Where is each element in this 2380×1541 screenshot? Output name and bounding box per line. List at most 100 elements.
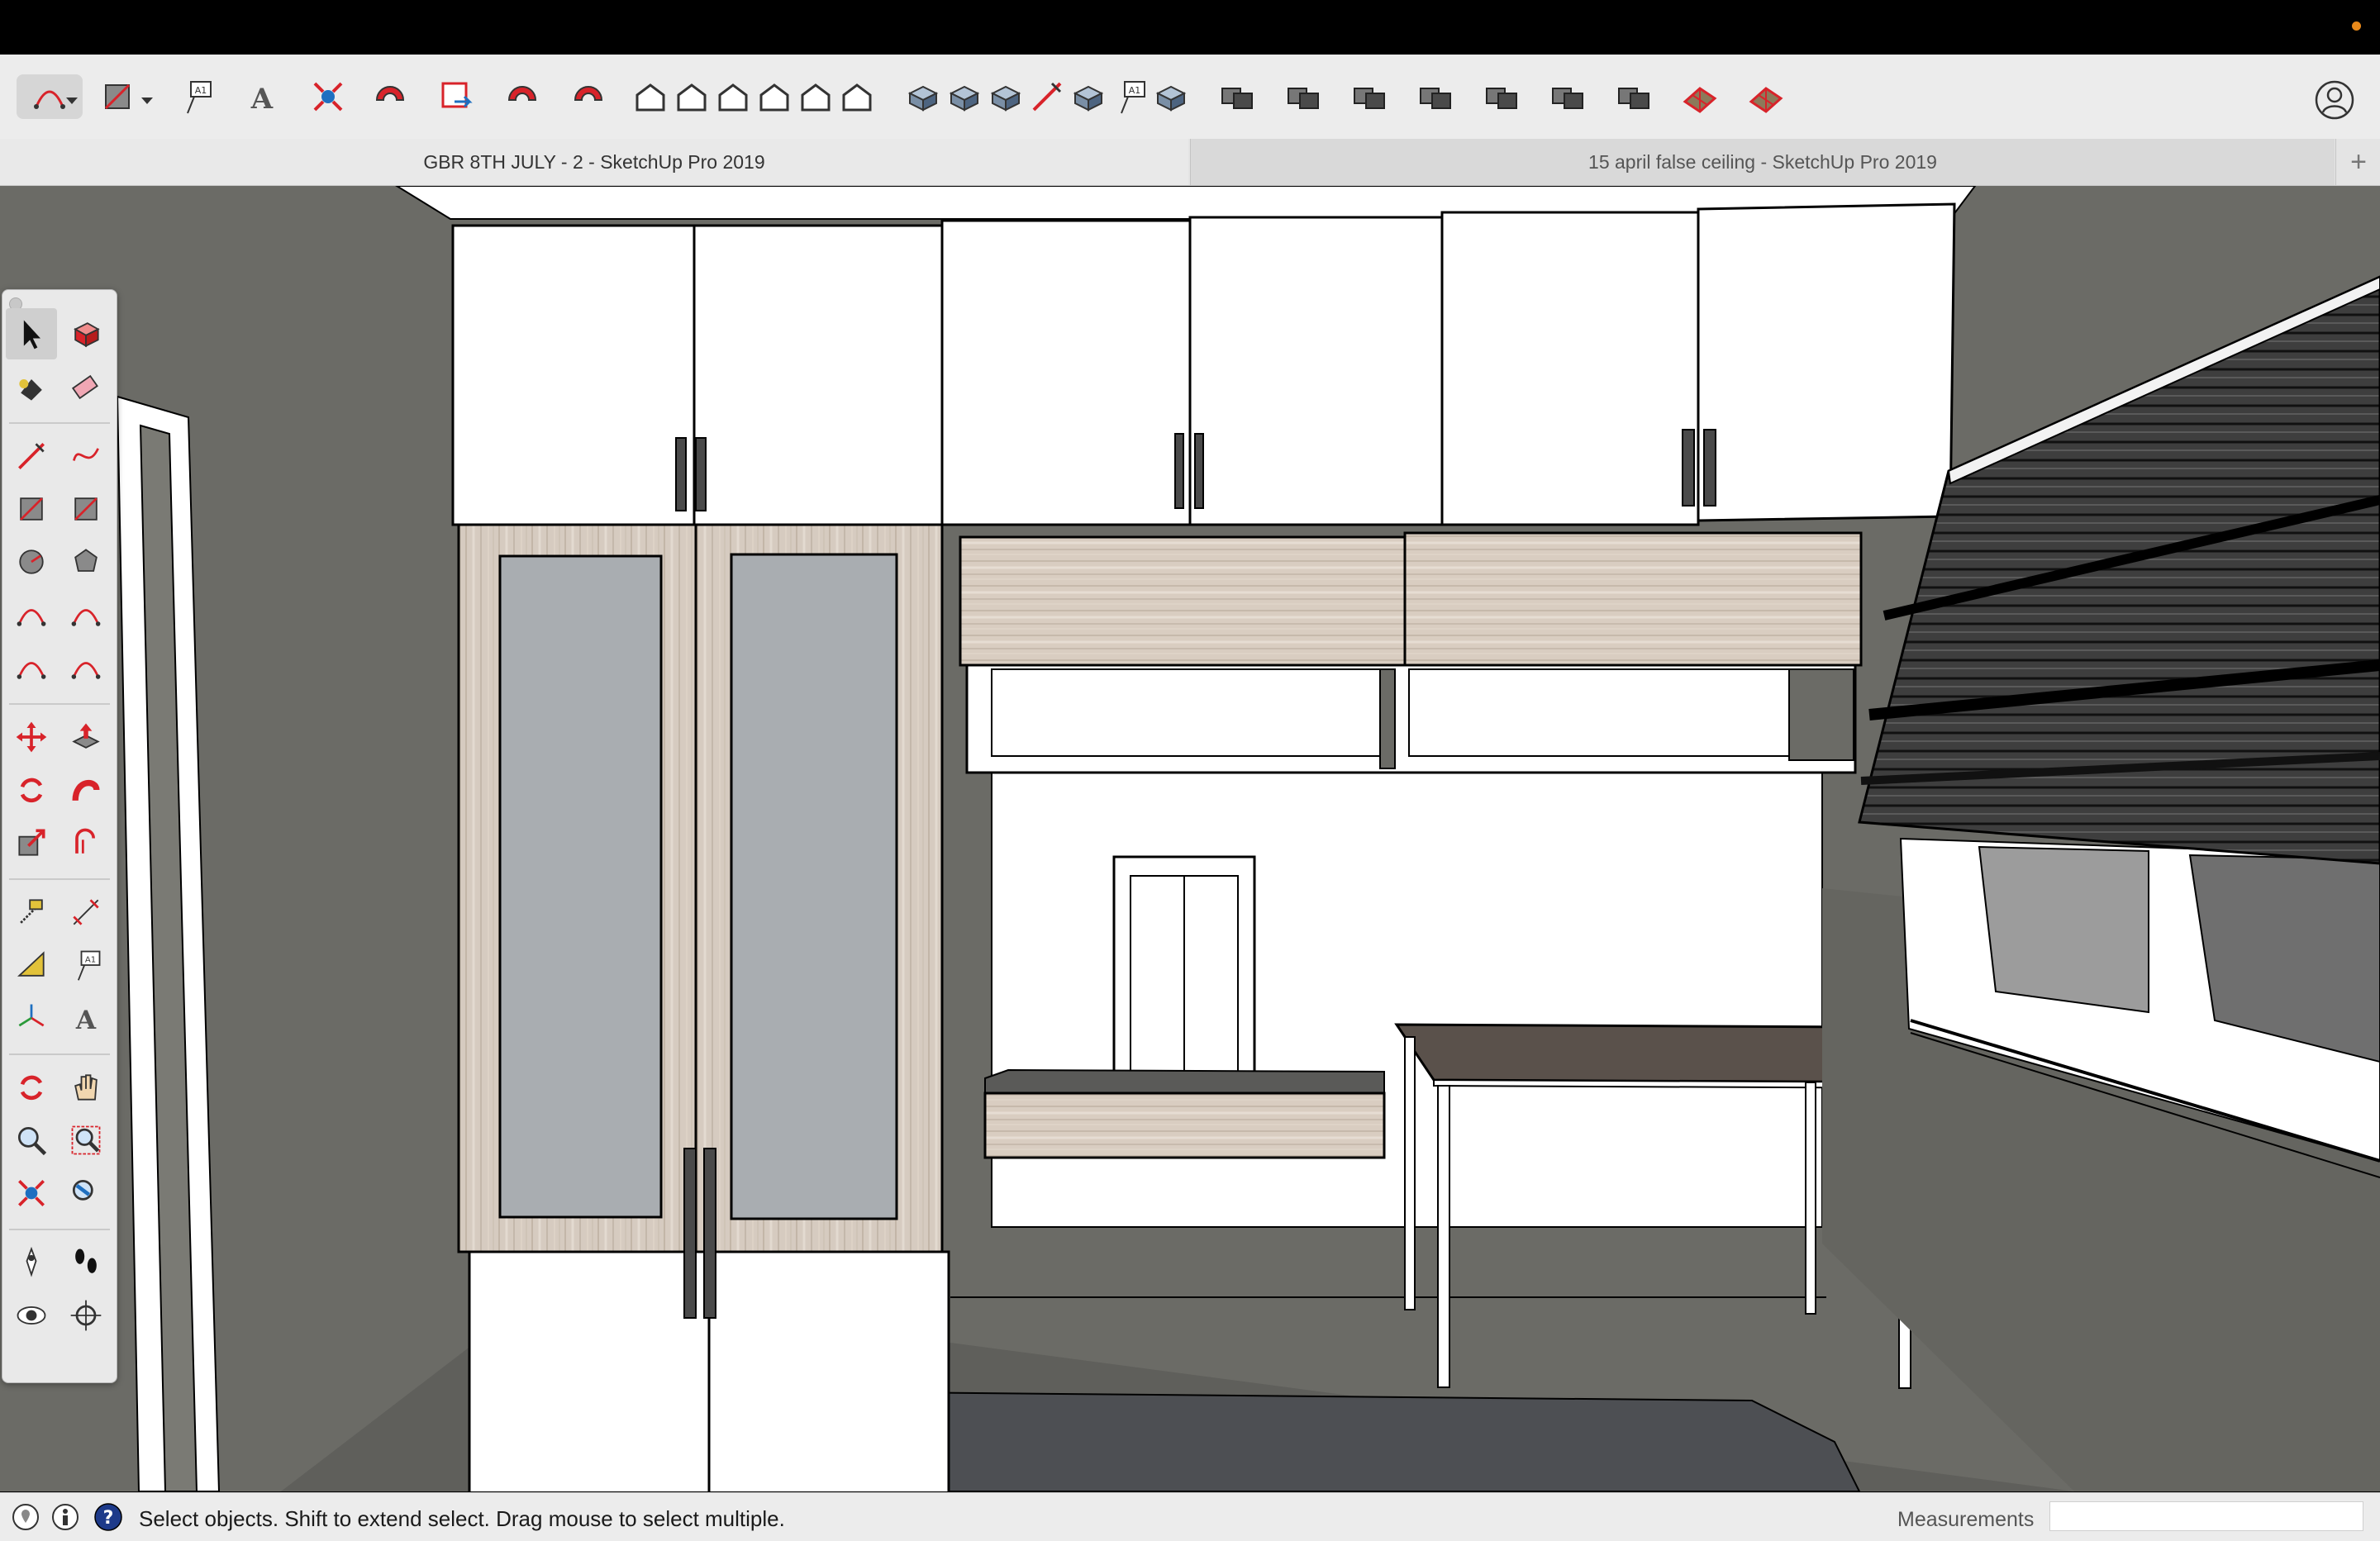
two-point-arc-button[interactable] <box>60 589 112 640</box>
follow-me-button[interactable] <box>60 764 112 816</box>
shaded-style-button[interactable] <box>1066 74 1111 119</box>
trim-button[interactable] <box>1479 74 1524 119</box>
rotate-tool-icon <box>20 778 43 803</box>
svg-text:?: ? <box>103 1508 114 1529</box>
send-to-layout-button[interactable] <box>434 74 478 119</box>
pie-tool-button[interactable] <box>60 642 112 693</box>
sandbox-from-contours-button[interactable] <box>1678 74 1722 119</box>
walk-tool-button[interactable] <box>60 1237 112 1288</box>
sandbox-from-scratch-button[interactable] <box>1744 74 1788 119</box>
wireframe-style-icon <box>990 85 1021 112</box>
circle-tool-button[interactable] <box>6 536 57 587</box>
offset-tool-button[interactable] <box>60 817 112 868</box>
right-view-button[interactable] <box>752 74 797 119</box>
eraser-button[interactable] <box>60 363 112 414</box>
previous-view-icon <box>72 1179 93 1201</box>
3d-scene[interactable] <box>0 186 2380 1491</box>
freehand-tool-button[interactable] <box>60 430 112 482</box>
solid-tools-button[interactable] <box>1611 74 1656 119</box>
outer-shell-button[interactable] <box>1215 74 1259 119</box>
left-view-button[interactable] <box>835 74 879 119</box>
extension-warehouse-icon <box>375 86 405 101</box>
credits-icon[interactable] <box>51 1503 79 1531</box>
zoom-extents-button[interactable] <box>306 74 350 119</box>
measurements-input[interactable] <box>2049 1501 2363 1531</box>
position-camera-button[interactable] <box>6 1237 57 1288</box>
main-toolbar: A1 A A1 <box>0 55 2380 140</box>
wireframe-style-button[interactable] <box>983 74 1028 119</box>
shaded-textures-style-button[interactable]: A1 <box>1107 74 1152 119</box>
intersect-button[interactable] <box>1413 74 1458 119</box>
tab-15-april-false-ceiling[interactable]: 15 april false ceiling - SketchUp Pro 20… <box>1190 139 2335 185</box>
add-tab-button[interactable]: + <box>2335 139 2380 185</box>
three-point-arc-button[interactable] <box>6 642 57 693</box>
dimension-tool-button[interactable] <box>60 887 112 938</box>
rectangle-tool-button[interactable] <box>6 483 57 535</box>
extension-manager-button[interactable] <box>566 74 611 119</box>
3d-text-tool-button[interactable]: A <box>240 74 284 119</box>
arc-tool-button[interactable] <box>6 589 57 640</box>
protractor-button[interactable] <box>6 939 57 991</box>
hidden-line-style-button[interactable] <box>1025 74 1069 119</box>
zoom-extents-icon <box>18 1180 45 1206</box>
back-edges-style-button[interactable] <box>942 74 987 119</box>
back-view-button[interactable] <box>793 74 838 119</box>
zoom-window-button[interactable] <box>60 1115 112 1166</box>
geo-location-icon[interactable] <box>12 1503 40 1531</box>
tab-gbr-8th-july[interactable]: GBR 8TH JULY - 2 - SketchUp Pro 2019 <box>0 139 1188 185</box>
text-tool-button[interactable]: A1 <box>174 74 218 119</box>
chevron-down-icon[interactable] <box>141 98 153 104</box>
line-tool-button[interactable] <box>6 430 57 482</box>
look-around-button[interactable] <box>6 1290 57 1341</box>
position-camera-icon <box>26 1246 37 1277</box>
follow-me-icon <box>72 779 100 801</box>
orbit-tool-icon <box>20 1075 43 1101</box>
user-icon <box>2315 80 2354 120</box>
text-tool-button[interactable]: A1 <box>60 939 112 991</box>
xray-style-button[interactable] <box>901 74 945 119</box>
model-viewport[interactable] <box>0 186 2380 1491</box>
orbit-tool-button[interactable] <box>6 1062 57 1113</box>
union-button[interactable] <box>1281 74 1326 119</box>
account-button[interactable] <box>2314 79 2355 121</box>
extension-warehouse-button[interactable] <box>368 74 412 119</box>
scale-tool-button[interactable] <box>6 817 57 868</box>
chevron-down-icon[interactable] <box>66 98 78 104</box>
status-message: Select objects. Shift to extend select. … <box>139 1506 785 1531</box>
iso-view-button[interactable] <box>628 74 673 119</box>
palette-divider <box>9 422 110 424</box>
large-tool-set-palette: A1 A <box>2 289 117 1383</box>
section-plane-button[interactable] <box>60 1290 112 1341</box>
two-point-arc-icon <box>71 609 101 626</box>
arc-tool-button[interactable] <box>17 74 83 119</box>
select-tool-button[interactable] <box>6 308 57 359</box>
move-tool-button[interactable] <box>6 711 57 763</box>
three-point-arc-icon <box>17 662 46 679</box>
make-component-button[interactable] <box>60 308 112 359</box>
text-tool-icon: A1 <box>77 950 101 981</box>
top-view-icon <box>677 83 707 112</box>
axes-tool-icon <box>18 1004 45 1027</box>
outer-shell-icon <box>1221 88 1253 109</box>
axes-tool-button[interactable] <box>6 992 57 1044</box>
3d-text-tool-button[interactable]: A <box>60 992 112 1044</box>
polygon-tool-button[interactable] <box>60 536 112 587</box>
split-button[interactable] <box>1545 74 1590 119</box>
instructor-help-icon[interactable]: ? <box>94 1503 122 1531</box>
rotated-rectangle-button[interactable] <box>60 483 112 535</box>
rotate-tool-button[interactable] <box>6 764 57 816</box>
window-titlebar <box>0 0 2380 55</box>
ruby-console-button[interactable] <box>500 74 545 119</box>
subtract-button[interactable] <box>1347 74 1392 119</box>
zoom-extents-button[interactable] <box>6 1168 57 1219</box>
previous-view-button[interactable] <box>60 1168 112 1219</box>
front-view-button[interactable] <box>711 74 755 119</box>
top-view-button[interactable] <box>669 74 714 119</box>
rectangle-tool-button[interactable] <box>95 74 140 119</box>
paint-bucket-button[interactable] <box>6 363 57 414</box>
pan-tool-button[interactable] <box>60 1062 112 1113</box>
push-pull-button[interactable] <box>60 711 112 763</box>
tape-measure-button[interactable] <box>6 887 57 938</box>
monochrome-style-button[interactable] <box>1149 74 1193 119</box>
zoom-tool-button[interactable] <box>6 1115 57 1166</box>
